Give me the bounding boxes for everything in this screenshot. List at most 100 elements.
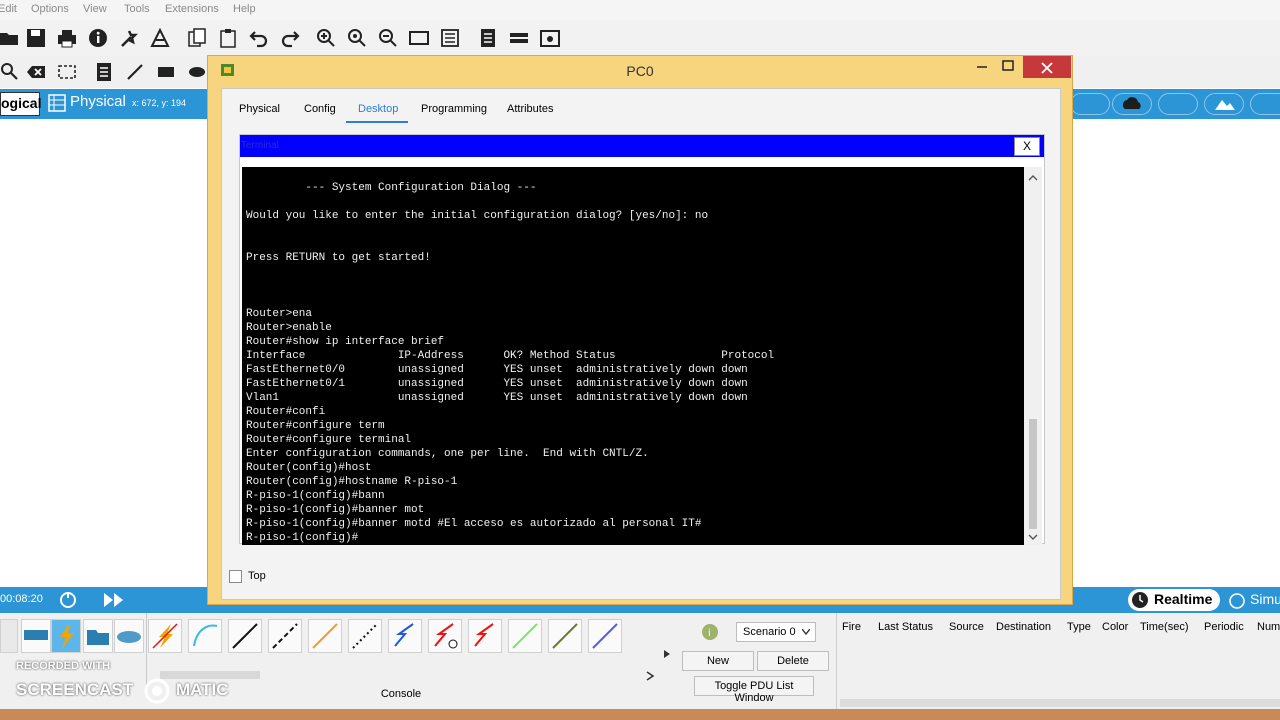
undo-icon[interactable] [249, 28, 269, 48]
redo-icon[interactable] [280, 28, 300, 48]
expand-arrow-icon[interactable] [662, 649, 672, 659]
info-icon[interactable] [88, 28, 108, 48]
device-category-end-devices[interactable] [0, 619, 18, 653]
pdu-scrollbar[interactable] [840, 699, 1280, 707]
cable-copper-cross[interactable] [268, 619, 302, 653]
tab-programming[interactable]: Programming [421, 103, 487, 115]
tab-physical[interactable]: Physical [239, 103, 280, 115]
cable-serial-dce[interactable] [428, 619, 462, 653]
document-icon[interactable] [478, 28, 498, 48]
device-category-cloud[interactable] [114, 619, 144, 653]
drawing-palette-icon[interactable] [409, 28, 429, 48]
screenshot-icon[interactable] [540, 28, 560, 48]
draw-line-icon[interactable] [125, 62, 145, 82]
cable-automatic[interactable] [148, 619, 182, 653]
device-template-icon[interactable] [509, 28, 529, 48]
menu-help[interactable]: Help [233, 3, 256, 15]
open-folder-icon[interactable] [0, 28, 20, 48]
select-area-icon[interactable] [57, 62, 77, 82]
pdu-separator [836, 613, 837, 709]
cable-fiber[interactable] [308, 619, 342, 653]
menu-view[interactable]: View [83, 3, 107, 15]
simulation-label: Simu [1250, 591, 1280, 607]
realtime-mode-button[interactable]: Realtime [1128, 589, 1220, 611]
tab-desktop[interactable]: Desktop [358, 103, 398, 115]
image-icon[interactable] [1250, 93, 1280, 115]
device-category-switches[interactable] [21, 619, 51, 653]
sim-time: 00:08:20 [0, 593, 43, 605]
activity-wizard-icon[interactable] [150, 28, 170, 48]
cable-phone[interactable] [348, 619, 382, 653]
toggle-pdu-list-button[interactable]: Toggle PDU List Window [694, 676, 814, 704]
terminal-line: Router(config)#host [246, 462, 372, 474]
draw-ellipse-icon[interactable] [187, 62, 207, 82]
col-type[interactable]: Type [1067, 621, 1091, 633]
cable-iot[interactable] [548, 619, 582, 653]
menu-extensions[interactable]: Extensions [165, 3, 219, 15]
power-cycle-icon[interactable] [57, 590, 79, 610]
new-scenario-button[interactable]: New [682, 651, 754, 671]
simulation-mode-button[interactable]: Simu [1226, 589, 1280, 611]
col-fire[interactable]: Fire [842, 621, 861, 633]
top-checkbox[interactable] [229, 570, 242, 583]
search-icon[interactable] [0, 62, 20, 82]
minimize-button[interactable] [970, 56, 994, 78]
device-category-misc[interactable] [83, 619, 113, 653]
col-destination[interactable]: Destination [996, 621, 1051, 633]
col-time[interactable]: Time(sec) [1140, 621, 1188, 633]
col-num[interactable]: Num [1257, 621, 1280, 633]
scroll-thumb[interactable] [1029, 419, 1037, 529]
viewport-icon[interactable] [1070, 93, 1110, 115]
menu-options[interactable]: Options [31, 3, 69, 15]
delete-icon[interactable] [26, 62, 46, 82]
cable-serial-dte[interactable] [468, 619, 502, 653]
terminal-close-button[interactable]: X [1014, 137, 1040, 156]
print-icon[interactable] [57, 28, 77, 48]
environment-icon[interactable] [1158, 93, 1198, 115]
menu-tools[interactable]: Tools [124, 3, 150, 15]
cable-coaxial[interactable] [388, 619, 422, 653]
tab-attributes[interactable]: Attributes [507, 103, 553, 115]
tab-config[interactable]: Config [304, 103, 336, 115]
col-last-status[interactable]: Last Status [878, 621, 933, 633]
network-wizard-icon[interactable] [119, 28, 139, 48]
cable-octal[interactable] [508, 619, 542, 653]
phone-cable-icon [352, 623, 378, 649]
custom-device-icon[interactable] [440, 28, 460, 48]
zoom-in-icon[interactable] [316, 28, 336, 48]
physical-tab[interactable]: Physical [46, 93, 130, 115]
menu-edit[interactable]: Edit [0, 3, 17, 15]
zoom-reset-icon[interactable] [347, 28, 367, 48]
draw-rectangle-icon[interactable] [156, 62, 176, 82]
paste-icon[interactable] [218, 28, 238, 48]
col-periodic[interactable]: Periodic [1204, 621, 1244, 633]
scenario-select[interactable]: Scenario 0 [736, 622, 816, 642]
cable-console[interactable] [188, 619, 222, 653]
delete-scenario-button[interactable]: Delete [757, 651, 829, 671]
copy-icon[interactable] [187, 28, 207, 48]
cable-copper-straight[interactable] [228, 619, 262, 653]
scroll-down-icon[interactable] [1024, 529, 1042, 545]
terminal-output[interactable]: --- System Configuration Dialog --- Would… [242, 167, 1024, 545]
terminal-scrollbar[interactable] [1024, 167, 1042, 545]
zoom-out-icon[interactable] [378, 28, 398, 48]
cable-usb[interactable] [588, 619, 622, 653]
note-icon[interactable] [94, 62, 114, 82]
scroll-right-icon[interactable] [645, 671, 655, 681]
maximize-button[interactable] [996, 56, 1020, 78]
landscape-icon[interactable] [1204, 93, 1244, 115]
col-color[interactable]: Color [1102, 621, 1128, 633]
terminal-title: Terminal [241, 140, 279, 151]
device-category-connections[interactable] [51, 619, 81, 653]
logical-label: ogical [1, 95, 42, 111]
logical-tab[interactable]: ogical [0, 92, 42, 116]
fast-forward-icon[interactable] [102, 591, 126, 609]
save-icon[interactable] [26, 28, 46, 48]
col-source[interactable]: Source [949, 621, 984, 633]
terminal-line: Router#configure terminal [246, 434, 412, 446]
close-window-button[interactable] [1023, 56, 1071, 78]
scroll-up-icon[interactable] [1024, 170, 1042, 186]
cloud-settings-icon[interactable] [1112, 93, 1152, 115]
